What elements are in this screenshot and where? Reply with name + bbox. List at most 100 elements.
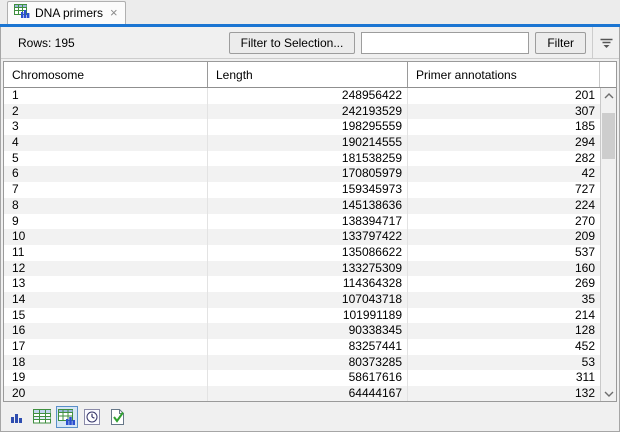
cell-chromosome: 19 [4, 370, 208, 386]
tab-title: DNA primers [35, 6, 103, 20]
table-row[interactable]: 13114364328269 [4, 276, 600, 292]
cell-length: 133275309 [208, 261, 408, 277]
cell-length: 80373285 [208, 355, 408, 371]
rows-count-label: Rows: 195 [18, 36, 75, 50]
cell-primer-annotations: 201 [408, 88, 600, 104]
table-toolbar: Rows: 195 Filter to Selection... Filter [1, 27, 619, 59]
cell-length: 145138636 [208, 198, 408, 214]
data-table: Chromosome Length Primer annotations 124… [3, 61, 617, 402]
table-row[interactable]: 9138394717270 [4, 214, 600, 230]
cell-primer-annotations: 727 [408, 182, 600, 198]
table-row[interactable]: 1248956422201 [4, 88, 600, 104]
cell-length: 159345973 [208, 182, 408, 198]
cell-chromosome: 6 [4, 166, 208, 182]
scroll-up-icon[interactable] [601, 88, 616, 103]
cell-chromosome: 8 [4, 198, 208, 214]
table-row[interactable]: 1690338345128 [4, 323, 600, 339]
cell-primer-annotations: 160 [408, 261, 600, 277]
cell-length: 181538259 [208, 151, 408, 167]
cell-chromosome: 13 [4, 276, 208, 292]
tab-strip: DNA primers × [0, 0, 620, 24]
cell-primer-annotations: 307 [408, 104, 600, 120]
table-view-panel: Rows: 195 Filter to Selection... Filter … [0, 27, 620, 432]
scroll-down-icon[interactable] [601, 386, 616, 401]
cell-primer-annotations: 537 [408, 245, 600, 261]
table-row[interactable]: 7159345973727 [4, 182, 600, 198]
cell-chromosome: 18 [4, 355, 208, 371]
table-row[interactable]: 617080597942 [4, 166, 600, 182]
table-header-row: Chromosome Length Primer annotations [4, 62, 616, 88]
cell-length: 90338345 [208, 323, 408, 339]
cell-primer-annotations: 294 [408, 135, 600, 151]
tab-dna-primers[interactable]: DNA primers × [7, 1, 126, 24]
cell-primer-annotations: 53 [408, 355, 600, 371]
bar-chart-view-button[interactable] [6, 406, 28, 428]
cell-length: 114364328 [208, 276, 408, 292]
cell-primer-annotations: 209 [408, 229, 600, 245]
table-row[interactable]: 15101991189214 [4, 308, 600, 324]
header-scrollbar-stub [600, 62, 616, 87]
toolbar-filter-group: Filter to Selection... Filter [229, 27, 619, 59]
table-row[interactable]: 12133275309160 [4, 261, 600, 277]
table-row[interactable]: 2242193529307 [4, 104, 600, 120]
table-row[interactable]: 11135086622537 [4, 245, 600, 261]
cell-length: 101991189 [208, 308, 408, 324]
cell-primer-annotations: 270 [408, 214, 600, 230]
tab-close-icon[interactable]: × [110, 7, 118, 19]
filter-options-icon[interactable] [593, 27, 619, 59]
cell-primer-annotations: 42 [408, 166, 600, 182]
cell-primer-annotations: 185 [408, 119, 600, 135]
table-row[interactable]: 5181538259282 [4, 151, 600, 167]
cell-length: 83257441 [208, 339, 408, 355]
cell-length: 107043718 [208, 292, 408, 308]
table-row[interactable]: 1958617616311 [4, 370, 600, 386]
cell-length: 242193529 [208, 104, 408, 120]
cell-length: 170805979 [208, 166, 408, 182]
column-header-length[interactable]: Length [208, 62, 408, 87]
table-row[interactable]: 3198295559185 [4, 119, 600, 135]
cell-primer-annotations: 269 [408, 276, 600, 292]
table-body-area: 1248956422201224219352930731982955591854… [4, 88, 616, 401]
cell-chromosome: 20 [4, 386, 208, 401]
cell-length: 64444167 [208, 386, 408, 401]
history-view-button[interactable] [81, 406, 103, 428]
filter-button[interactable]: Filter [535, 32, 586, 54]
cell-chromosome: 7 [4, 182, 208, 198]
table-chart-icon [14, 3, 30, 23]
column-header-primer-annotations[interactable]: Primer annotations [408, 62, 600, 87]
document-check-icon [110, 409, 125, 425]
cell-length: 248956422 [208, 88, 408, 104]
cell-chromosome: 11 [4, 245, 208, 261]
cell-chromosome: 4 [4, 135, 208, 151]
cell-length: 190214555 [208, 135, 408, 151]
table-row[interactable]: 2064444167132 [4, 386, 600, 401]
table-row[interactable]: 1410704371835 [4, 292, 600, 308]
cell-length: 198295559 [208, 119, 408, 135]
table-row[interactable]: 188037328553 [4, 355, 600, 371]
table-row[interactable]: 10133797422209 [4, 229, 600, 245]
cell-chromosome: 1 [4, 88, 208, 104]
column-header-chromosome[interactable]: Chromosome [4, 62, 208, 87]
cell-primer-annotations: 35 [408, 292, 600, 308]
scrollbar-track[interactable] [601, 103, 616, 386]
scrollbar-thumb[interactable] [602, 113, 615, 159]
table-chart-view-button[interactable] [56, 406, 78, 428]
view-switch-bar [1, 402, 619, 431]
table-row[interactable]: 4190214555294 [4, 135, 600, 151]
table-view-button[interactable] [31, 406, 53, 428]
cell-length: 138394717 [208, 214, 408, 230]
cell-primer-annotations: 311 [408, 370, 600, 386]
bar-chart-icon [10, 410, 24, 424]
cell-primer-annotations: 214 [408, 308, 600, 324]
cell-primer-annotations: 452 [408, 339, 600, 355]
filter-to-selection-button[interactable]: Filter to Selection... [229, 32, 356, 54]
filter-input[interactable] [361, 32, 529, 54]
cell-length: 58617616 [208, 370, 408, 386]
vertical-scrollbar[interactable] [600, 88, 616, 401]
clock-icon [84, 409, 100, 425]
cell-primer-annotations: 282 [408, 151, 600, 167]
table-row[interactable]: 8145138636224 [4, 198, 600, 214]
cell-chromosome: 10 [4, 229, 208, 245]
element-info-view-button[interactable] [106, 406, 128, 428]
table-row[interactable]: 1783257441452 [4, 339, 600, 355]
